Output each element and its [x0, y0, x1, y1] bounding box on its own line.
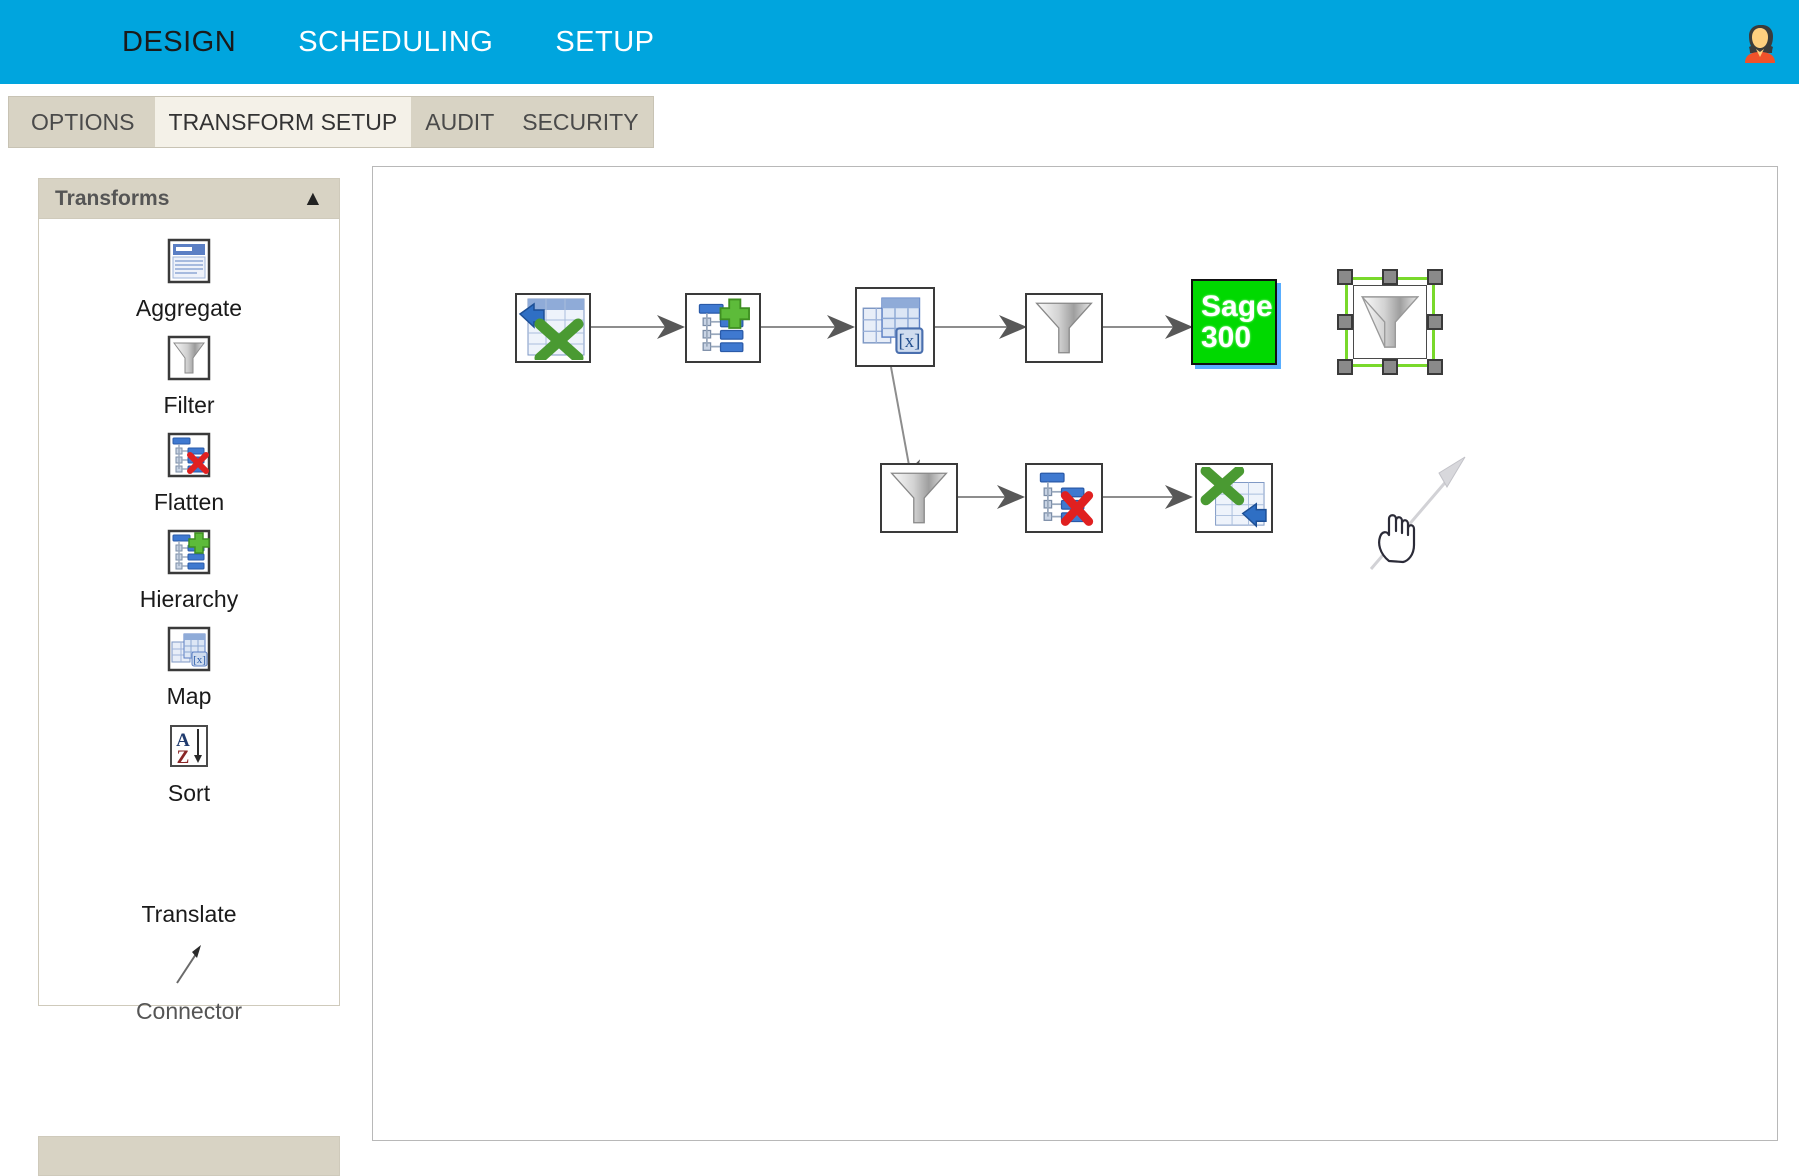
tool-hierarchy[interactable]: Hierarchy — [39, 526, 339, 613]
tool-sort[interactable]: A Z Sort — [39, 720, 339, 807]
sort-az-icon: A Z — [163, 720, 215, 772]
aggregate-icon — [163, 235, 215, 287]
panel-title: Transforms — [55, 186, 170, 210]
tool-translate[interactable]: Translate — [39, 841, 339, 928]
tool-label-hierarchy: Hierarchy — [139, 586, 239, 612]
tab-options[interactable]: OPTIONS — [9, 97, 155, 147]
missing-icon — [163, 841, 215, 893]
sage300-line2: 300 — [1201, 321, 1252, 354]
nav-item-design[interactable]: DESIGN — [122, 26, 236, 59]
tool-flatten[interactable]: Flatten — [39, 429, 339, 516]
svg-text:Z: Z — [177, 747, 190, 768]
tool-label-connector: Connector — [135, 998, 243, 1024]
flatten-icon — [163, 429, 215, 481]
map-table-icon: [x] — [163, 623, 215, 675]
pointing-hand-cursor — [1378, 514, 1416, 564]
tool-label-aggregate: Aggregate — [135, 295, 243, 321]
tab-strip: OPTIONS TRANSFORM SETUP AUDIT SECURITY — [8, 96, 654, 148]
user-avatar-icon[interactable] — [1739, 21, 1781, 63]
filter-node-selected[interactable] — [1337, 269, 1443, 375]
funnel-icon — [163, 332, 215, 384]
double-chevron-up-icon[interactable]: ▲ — [302, 188, 325, 209]
excel-export-node[interactable] — [1195, 463, 1273, 533]
transforms-panel-header[interactable]: Transforms ▲ — [39, 179, 339, 219]
svg-text:[x]: [x] — [898, 331, 920, 352]
tab-transform-setup[interactable]: TRANSFORM SETUP — [154, 97, 412, 147]
tool-connector[interactable]: Connector — [39, 938, 339, 1025]
excel-import-node[interactable] — [515, 293, 591, 363]
tab-audit[interactable]: AUDIT — [411, 97, 508, 147]
transforms-panel: Transforms ▲ Aggregate Filter Flatten Hi… — [38, 178, 340, 1024]
svg-text:[x]: [x] — [193, 654, 206, 666]
top-nav-items: DESIGN SCHEDULING SETUP — [0, 26, 717, 59]
transforms-panel-body: Aggregate Filter Flatten Hierarchy [x] M… — [39, 219, 339, 1025]
tool-label-map: Map — [166, 683, 212, 709]
tool-label-flatten: Flatten — [153, 489, 225, 515]
secondary-panel-header[interactable] — [38, 1136, 340, 1176]
nav-item-setup[interactable]: SETUP — [555, 26, 654, 59]
connector-arrow-icon — [163, 938, 215, 990]
tool-filter[interactable]: Filter — [39, 332, 339, 419]
flatten-node[interactable] — [1025, 463, 1103, 533]
transform-canvas[interactable]: [x] Sage 300 — [372, 166, 1778, 1141]
map-node[interactable]: [x] — [855, 287, 935, 367]
sage300-node[interactable]: Sage 300 — [1191, 279, 1277, 365]
filter-node[interactable] — [1025, 293, 1103, 363]
tab-security[interactable]: SECURITY — [508, 97, 652, 147]
filter-node-2[interactable] — [880, 463, 958, 533]
tool-label-translate: Translate — [141, 901, 237, 927]
tool-label-sort: Sort — [167, 780, 211, 806]
top-navigation-bar: DESIGN SCHEDULING SETUP — [0, 0, 1799, 84]
ghost-connector-arrow — [1369, 456, 1466, 570]
tool-label-filter: Filter — [163, 392, 215, 418]
filter-node-selected-body[interactable] — [1353, 285, 1427, 359]
hierarchy-icon — [163, 526, 215, 578]
tool-map[interactable]: [x] Map — [39, 623, 339, 710]
sage300-line1: Sage — [1201, 289, 1273, 323]
nav-item-scheduling[interactable]: SCHEDULING — [298, 26, 493, 59]
tool-aggregate[interactable]: Aggregate — [39, 235, 339, 322]
hierarchy-node[interactable] — [685, 293, 761, 363]
